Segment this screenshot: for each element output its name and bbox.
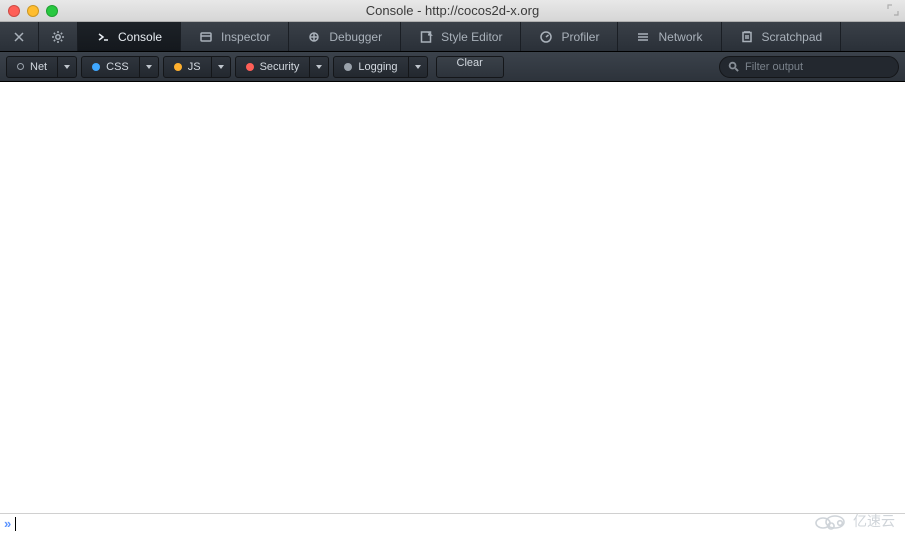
traffic-lights	[8, 5, 58, 17]
filter-css-dropdown[interactable]	[140, 56, 159, 78]
close-window-button[interactable]	[8, 5, 20, 17]
filter-logging-group: Logging	[333, 56, 427, 78]
filter-js-group: JS	[163, 56, 231, 78]
console-icon	[96, 30, 110, 44]
filter-logging-dropdown[interactable]	[409, 56, 428, 78]
close-devtools-button[interactable]	[0, 22, 39, 51]
dot-icon	[344, 63, 352, 71]
filter-output-search[interactable]	[719, 56, 899, 78]
filter-label: CSS	[106, 61, 129, 73]
watermark-icon	[811, 511, 849, 531]
debugger-icon	[307, 30, 321, 44]
tab-label: Debugger	[329, 30, 382, 44]
scratchpad-icon	[740, 30, 754, 44]
filter-css-button[interactable]: CSS	[81, 56, 140, 78]
console-output[interactable]	[0, 82, 905, 513]
devtools-settings-button[interactable]	[39, 22, 78, 51]
clear-button[interactable]: Clear	[436, 56, 504, 78]
tab-inspector[interactable]: Inspector	[181, 22, 289, 51]
tab-label: Profiler	[561, 30, 599, 44]
filter-security-dropdown[interactable]	[310, 56, 329, 78]
tab-label: Scratchpad	[762, 30, 823, 44]
window-title: Console - http://cocos2d-x.org	[0, 3, 905, 18]
chevron-down-icon	[316, 65, 322, 69]
filter-js-dropdown[interactable]	[212, 56, 231, 78]
text-cursor	[15, 517, 16, 531]
tab-network[interactable]: Network	[618, 22, 721, 51]
style-editor-icon	[419, 30, 433, 44]
chevron-down-icon	[415, 65, 421, 69]
console-input-line[interactable]: » 亿速云	[0, 513, 905, 533]
chevron-down-icon	[64, 65, 70, 69]
watermark: 亿速云	[811, 511, 895, 531]
filter-net-button[interactable]: Net	[6, 56, 58, 78]
filter-output-input[interactable]	[745, 61, 890, 73]
tab-label: Console	[118, 30, 162, 44]
chevron-down-icon	[146, 65, 152, 69]
filter-net-dropdown[interactable]	[58, 56, 77, 78]
close-icon	[12, 30, 26, 44]
tab-label: Inspector	[221, 30, 270, 44]
minimize-window-button[interactable]	[27, 5, 39, 17]
dot-icon	[174, 63, 182, 71]
search-icon	[728, 61, 739, 72]
tab-scratchpad[interactable]: Scratchpad	[722, 22, 842, 51]
filter-css-group: CSS	[81, 56, 159, 78]
tab-style-editor[interactable]: Style Editor	[401, 22, 521, 51]
chevron-down-icon	[218, 65, 224, 69]
devtools-tabstrip: Console Inspector Debugger Style Editor …	[0, 22, 905, 52]
profiler-icon	[539, 30, 553, 44]
filter-security-button[interactable]: Security	[235, 56, 311, 78]
tab-profiler[interactable]: Profiler	[521, 22, 618, 51]
tab-console[interactable]: Console	[78, 22, 181, 51]
tab-label: Style Editor	[441, 30, 502, 44]
dot-icon	[17, 63, 24, 70]
filter-net-group: Net	[6, 56, 77, 78]
expand-icon[interactable]	[887, 4, 899, 16]
filter-label: Security	[260, 61, 300, 73]
zoom-window-button[interactable]	[46, 5, 58, 17]
inspector-icon	[199, 30, 213, 44]
filter-security-group: Security	[235, 56, 330, 78]
filter-logging-button[interactable]: Logging	[333, 56, 408, 78]
network-icon	[636, 30, 650, 44]
watermark-text: 亿速云	[853, 511, 895, 531]
dot-icon	[246, 63, 254, 71]
filter-label: JS	[188, 61, 201, 73]
console-filter-bar: Net CSS JS Security Logging Clear	[0, 52, 905, 82]
filter-label: Logging	[358, 61, 397, 73]
prompt-icon: »	[4, 516, 11, 531]
gear-icon	[51, 30, 65, 44]
filter-js-button[interactable]: JS	[163, 56, 212, 78]
tab-label: Network	[658, 30, 702, 44]
filter-label: Net	[30, 61, 47, 73]
tab-debugger[interactable]: Debugger	[289, 22, 401, 51]
window-titlebar: Console - http://cocos2d-x.org	[0, 0, 905, 22]
dot-icon	[92, 63, 100, 71]
